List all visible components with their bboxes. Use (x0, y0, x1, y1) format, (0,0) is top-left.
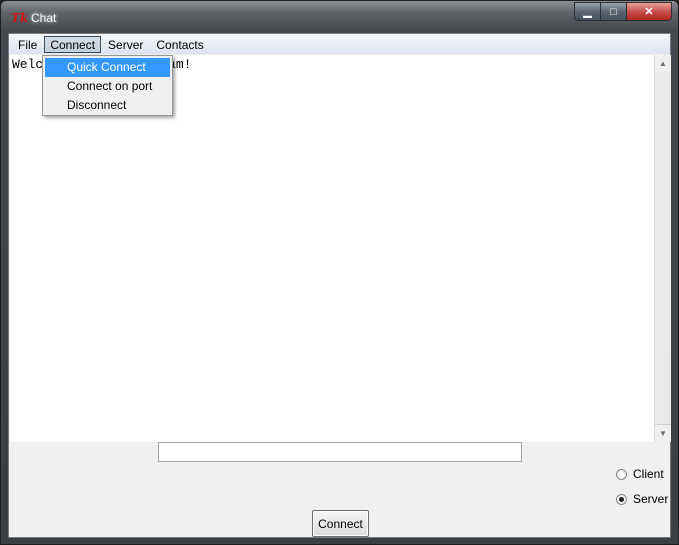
radio-client[interactable]: Client (616, 466, 664, 482)
menu-contacts[interactable]: Contacts (150, 36, 209, 53)
window-title: Chat (31, 11, 57, 25)
close-button[interactable]: ✕ (627, 2, 672, 21)
radio-server-button[interactable] (616, 493, 627, 505)
tk-app-icon: Tk (11, 11, 29, 25)
minimize-button[interactable]: ▁ (574, 2, 601, 21)
chat-log-scrollbar[interactable]: ▲ ▼ (654, 55, 671, 442)
radio-client-button[interactable] (616, 468, 627, 480)
minimize-icon: ▁ (583, 6, 592, 18)
radio-server[interactable]: Server (616, 491, 668, 507)
message-input[interactable] (158, 442, 522, 462)
menu-item-connect-on-port[interactable]: Connect on port (45, 77, 170, 96)
menu-bar: File Connect Server Contacts (9, 34, 670, 54)
window-controls: ▁ □ ✕ (574, 2, 672, 22)
menu-connect[interactable]: Connect (44, 35, 102, 53)
scroll-up-arrow-icon[interactable]: ▲ (655, 55, 671, 72)
maximize-icon: □ (610, 5, 617, 18)
title-bar[interactable]: Tk Chat ▁ □ ✕ (1, 1, 678, 33)
radio-server-label: Server (633, 492, 669, 506)
menu-item-disconnect[interactable]: Disconnect (45, 96, 170, 115)
menu-file[interactable]: File (12, 36, 43, 53)
maximize-button[interactable]: □ (601, 2, 627, 21)
close-icon: ✕ (644, 6, 654, 18)
menu-item-quick-connect[interactable]: Quick Connect (45, 58, 170, 77)
connect-button[interactable]: Connect (312, 510, 369, 537)
radio-client-label: Client (633, 467, 664, 481)
chat-window: Tk Chat ▁ □ ✕ File Connect Server Contac… (0, 0, 679, 545)
menu-server[interactable]: Server (102, 36, 149, 53)
connect-menu-dropdown: Quick Connect Connect on port Disconnect (42, 55, 173, 116)
scroll-down-arrow-icon[interactable]: ▼ (655, 424, 671, 442)
